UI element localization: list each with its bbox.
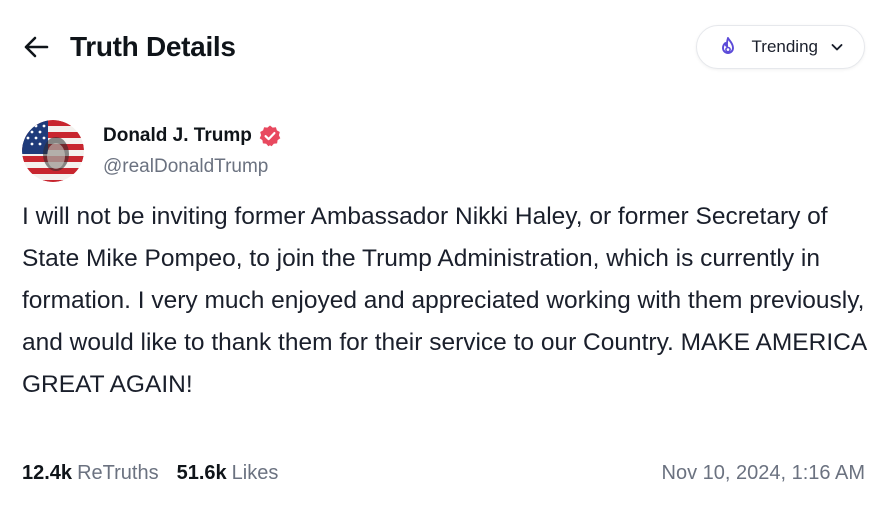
author-name-row: Donald J. Trump bbox=[103, 124, 282, 148]
post-footer: 12.4k ReTruths 51.6k Likes Nov 10, 2024,… bbox=[22, 462, 865, 485]
post-author: Donald J. Trump @realDonaldTrump bbox=[22, 120, 282, 182]
feed-selector-dropdown[interactable]: Trending bbox=[695, 25, 865, 69]
post-stats: 12.4k ReTruths 51.6k Likes bbox=[22, 462, 296, 485]
truth-details-page: Truth Details Trending Donald J. Trump @… bbox=[0, 0, 874, 513]
arrow-left-icon bbox=[24, 36, 49, 58]
retruths-label: ReTruths bbox=[77, 462, 159, 484]
likes-stat[interactable]: 51.6k Likes bbox=[177, 462, 279, 485]
page-title: Truth Details bbox=[70, 31, 236, 62]
header-left: Truth Details bbox=[22, 30, 236, 64]
author-meta: Donald J. Trump @realDonaldTrump bbox=[103, 124, 282, 178]
retruths-stat[interactable]: 12.4k ReTruths bbox=[22, 462, 159, 485]
retruths-count: 12.4k bbox=[22, 462, 73, 484]
post-timestamp: Nov 10, 2024, 1:16 AM bbox=[661, 462, 865, 484]
feed-selector-label: Trending bbox=[751, 37, 818, 56]
back-button[interactable] bbox=[22, 30, 56, 64]
flame-icon bbox=[717, 36, 739, 58]
page-header: Truth Details Trending bbox=[22, 22, 865, 72]
post-body-text: I will not be inviting former Ambassador… bbox=[22, 203, 866, 398]
verified-badge-icon bbox=[258, 124, 282, 148]
author-display-name[interactable]: Donald J. Trump bbox=[103, 125, 252, 147]
chevron-down-icon bbox=[830, 40, 844, 54]
likes-count: 51.6k bbox=[176, 462, 227, 484]
avatar[interactable] bbox=[22, 120, 84, 182]
likes-label: Likes bbox=[231, 462, 279, 484]
author-handle[interactable]: @realDonaldTrump bbox=[103, 156, 282, 178]
